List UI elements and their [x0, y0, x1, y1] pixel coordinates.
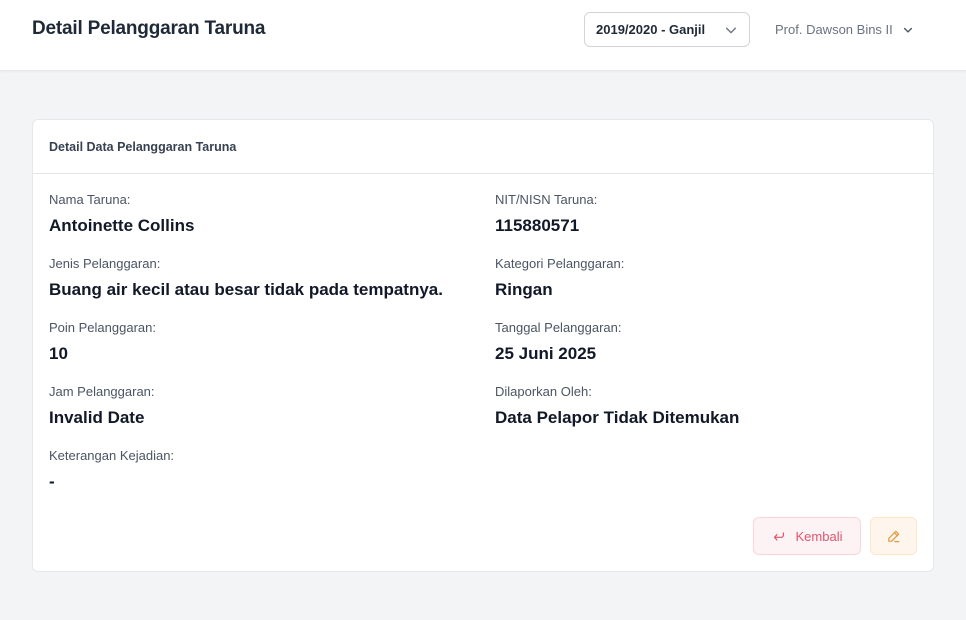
field-value: Ringan	[495, 280, 553, 299]
field-value: Invalid Date	[49, 408, 145, 427]
field-keterangan-kejadian: Keterangan Kejadian: -	[49, 447, 174, 493]
return-arrow-icon	[773, 532, 784, 541]
page-title: Detail Pelanggaran Taruna	[32, 18, 266, 39]
field-value: 115880571	[495, 216, 580, 235]
chevron-down-icon	[725, 27, 737, 33]
field-label: Poin Pelanggaran:	[49, 320, 156, 335]
field-label: Keterangan Kejadian:	[49, 448, 175, 463]
field-value: Buang air kecil atau besar tidak pada te…	[49, 280, 443, 299]
field-nama-taruna: Nama Taruna: Antoinette Collins	[49, 191, 194, 237]
user-menu[interactable]: Prof. Dawson Bins II	[775, 12, 914, 47]
field-label: NIT/NISN Taruna:	[495, 192, 598, 207]
field-tanggal-pelanggaran: Tanggal Pelanggaran: 25 Juni 2025	[495, 319, 622, 365]
field-dilaporkan-oleh: Dilaporkan Oleh: Data Pelapor Tidak Dite…	[495, 383, 739, 429]
semester-select[interactable]: 2019/2020 - Ganjil	[584, 12, 750, 47]
field-label: Tanggal Pelanggaran:	[495, 320, 622, 335]
field-value: 25 Juni 2025	[495, 344, 597, 363]
detail-card: Detail Data Pelanggaran Taruna Nama Taru…	[32, 119, 934, 572]
field-nit-nisn: NIT/NISN Taruna: 115880571	[495, 191, 597, 237]
semester-value: 2019/2020 - Ganjil	[596, 22, 706, 37]
field-value: Antoinette Collins	[49, 216, 195, 235]
field-jam-pelanggaran: Jam Pelanggaran: Invalid Date	[49, 383, 155, 429]
edit-button[interactable]	[870, 517, 917, 555]
card-title: Detail Data Pelanggaran Taruna	[33, 120, 933, 174]
field-value: -	[49, 472, 55, 491]
field-label: Kategori Pelanggaran:	[495, 256, 625, 271]
field-label: Dilaporkan Oleh:	[495, 384, 592, 399]
pencil-icon	[888, 530, 900, 542]
field-value: 10	[49, 344, 68, 363]
field-label: Jenis Pelanggaran:	[49, 256, 161, 271]
user-name: Prof. Dawson Bins II	[775, 22, 893, 37]
field-label: Nama Taruna:	[49, 192, 131, 207]
field-label: Jam Pelanggaran:	[49, 384, 155, 399]
top-bar: Detail Pelanggaran Taruna 2019/2020 - Ga…	[0, 0, 966, 71]
field-kategori-pelanggaran: Kategori Pelanggaran: Ringan	[495, 255, 624, 301]
chevron-down-icon	[903, 27, 912, 33]
field-value: Data Pelapor Tidak Ditemukan	[495, 408, 740, 427]
back-button-label: Kembali	[795, 528, 843, 544]
field-poin-pelanggaran: Poin Pelanggaran: 10	[49, 319, 156, 365]
field-jenis-pelanggaran: Jenis Pelanggaran: Buang air kecil atau …	[49, 255, 443, 301]
back-button[interactable]: Kembali	[753, 517, 861, 555]
